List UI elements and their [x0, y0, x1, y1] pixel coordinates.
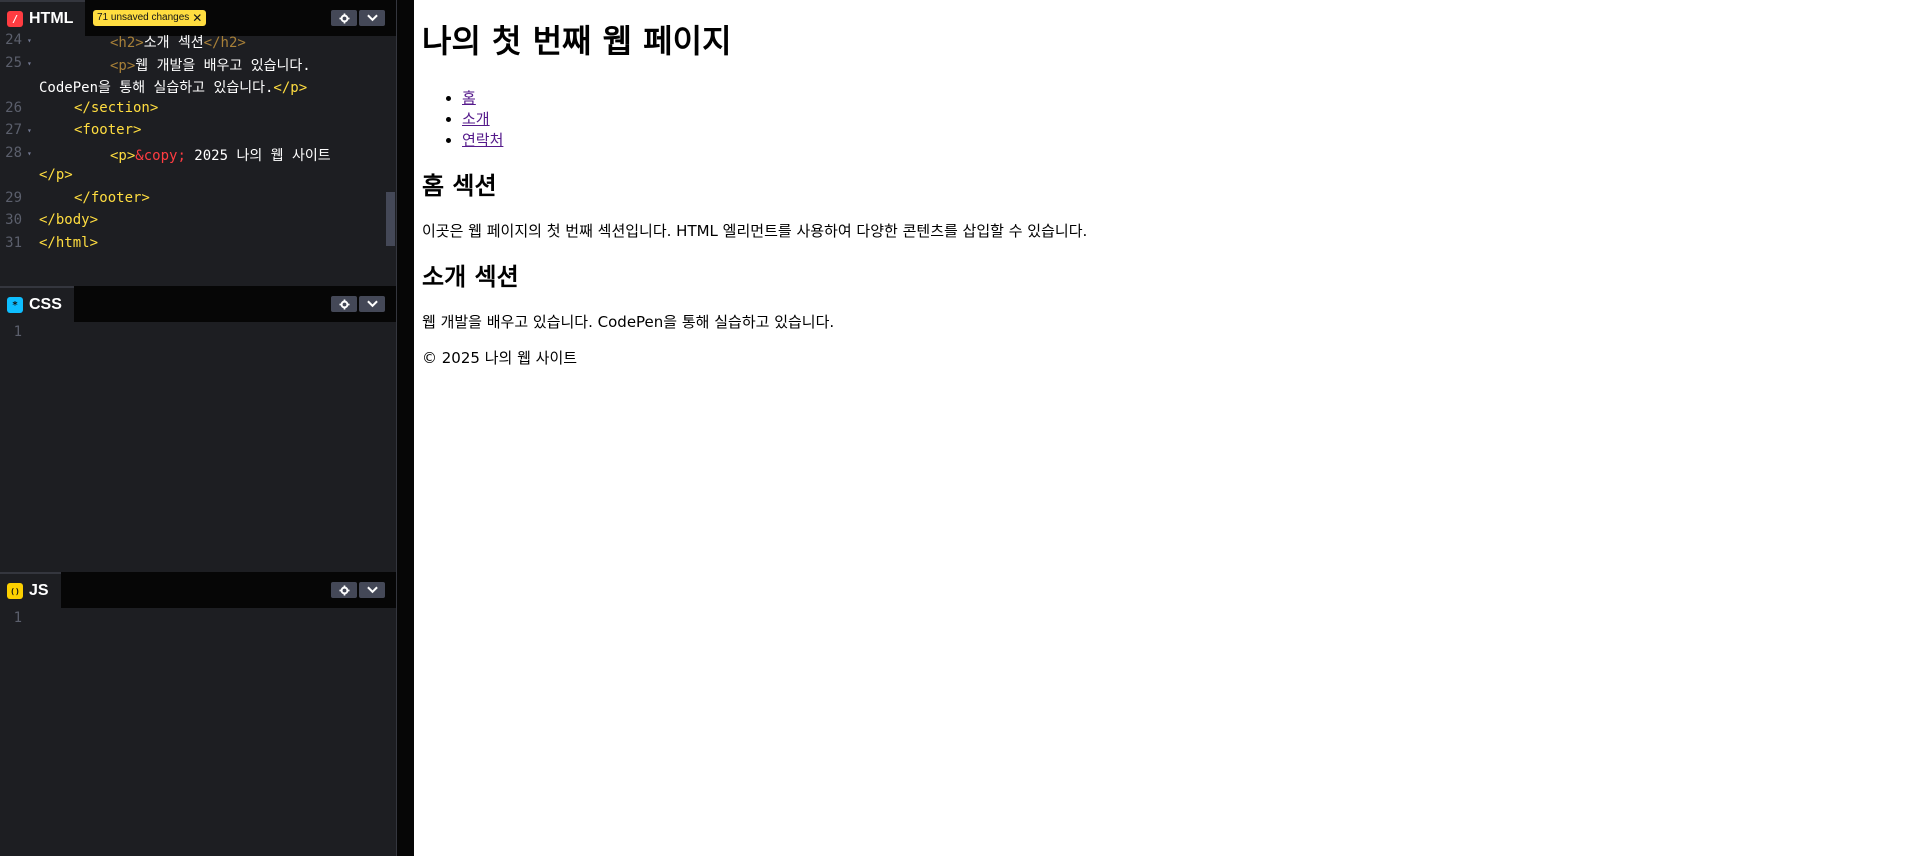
line-number: 25	[5, 55, 22, 71]
unsaved-changes-label: 71 unsaved changes	[97, 12, 190, 23]
gear-icon	[338, 584, 350, 596]
nav-item: 연락처	[462, 130, 1907, 151]
line-number: 27	[5, 122, 22, 138]
js-editor-panel: () JS 1	[0, 572, 396, 856]
code-tag: <p>	[110, 148, 136, 164]
code-tag: <p>	[110, 58, 136, 74]
line-number: 1	[13, 610, 22, 626]
fold-arrow-icon[interactable]: ▾	[27, 36, 32, 45]
js-icon: ()	[7, 583, 23, 599]
home-section-heading: 홈 섹션	[422, 172, 497, 200]
editor-column: / HTML 71 unsaved changes ✕ 24 ▾ <h2>소개 …	[0, 0, 396, 856]
tab-js[interactable]: () JS	[0, 572, 61, 608]
nav-link-home[interactable]: 홈	[462, 89, 476, 107]
tab-css-label: CSS	[29, 296, 62, 313]
html-editor-panel: / HTML 71 unsaved changes ✕ 24 ▾ <h2>소개 …	[0, 0, 396, 286]
code-tag: <h2>	[110, 35, 144, 51]
nav-list: 홈 소개 연락처	[422, 88, 1907, 151]
code-line-wrap: </p>	[39, 167, 73, 183]
fold-arrow-icon[interactable]: ▾	[27, 59, 32, 68]
page-title: 나의 첫 번째 웹 페이지	[422, 22, 732, 60]
line-number: 26	[5, 100, 22, 116]
code-text: 소개 섹션	[143, 35, 204, 51]
html-editor-scrollbar[interactable]	[386, 192, 395, 246]
tab-html-label: HTML	[29, 10, 74, 27]
js-collapse-button[interactable]	[359, 582, 385, 598]
code-line: </html>	[39, 235, 99, 251]
code-entity: &copy;	[135, 148, 186, 164]
code-line: <h2>소개 섹션</h2>	[110, 32, 246, 52]
html-code-area[interactable]: 24 ▾ <h2>소개 섹션</h2> 25 ▾ <p>웹 개발을 배우고 있습…	[0, 32, 396, 286]
fold-arrow-icon[interactable]: ▾	[27, 149, 32, 158]
tab-css[interactable]: * CSS	[0, 286, 74, 322]
tab-html[interactable]: / HTML	[0, 0, 86, 36]
chevron-down-icon	[366, 586, 378, 594]
tab-js-label: JS	[29, 582, 49, 599]
line-number: 24	[5, 32, 22, 48]
line-number: 31	[5, 235, 22, 251]
gear-icon	[338, 298, 350, 310]
gear-icon	[338, 12, 350, 24]
line-number: 30	[5, 212, 22, 228]
css-editor-panel: * CSS 1	[0, 286, 396, 572]
code-text: 2025 나의 웹 사이트	[185, 148, 331, 164]
js-settings-button[interactable]	[331, 582, 357, 598]
nav-item: 홈	[462, 88, 1907, 109]
nav-link-about[interactable]: 소개	[462, 110, 490, 128]
code-line: <p>웹 개발을 배우고 있습니다.	[110, 55, 311, 75]
html-panel-header: / HTML 71 unsaved changes ✕	[0, 0, 396, 36]
html-icon: /	[7, 11, 23, 27]
nav-item: 소개	[462, 109, 1907, 130]
chevron-down-icon	[366, 300, 378, 308]
css-settings-button[interactable]	[331, 296, 357, 312]
html-settings-button[interactable]	[331, 10, 357, 26]
resize-handle[interactable]	[396, 0, 414, 856]
close-icon[interactable]: ✕	[192, 10, 202, 26]
js-code-area[interactable]: 1	[0, 608, 396, 856]
css-code-area[interactable]: 1	[0, 322, 396, 572]
code-line: </footer>	[74, 190, 150, 206]
nav-link-contact[interactable]: 연락처	[462, 131, 503, 149]
home-section-text: 이곳은 웹 페이지의 첫 번째 섹션입니다. HTML 엘리먼트를 사용하여 다…	[422, 222, 1088, 240]
chevron-down-icon	[366, 14, 378, 22]
line-number: 29	[5, 190, 22, 206]
about-section-heading: 소개 섹션	[422, 263, 519, 291]
code-tag: </p>	[273, 80, 308, 96]
code-tag: </h2>	[203, 35, 246, 51]
code-text: 웹 개발을 배우고 있습니다.	[135, 58, 311, 74]
code-line: </body>	[39, 212, 99, 228]
about-section-text: 웹 개발을 배우고 있습니다. CodePen을 통해 실습하고 있습니다.	[422, 313, 835, 331]
code-line: <footer>	[74, 122, 142, 138]
html-collapse-button[interactable]	[359, 10, 385, 26]
css-icon: *	[7, 297, 23, 313]
code-line-wrap: CodePen을 통해 실습하고 있습니다.</p>	[39, 77, 307, 97]
code-line: </section>	[74, 100, 159, 116]
code-line: <p>&copy; 2025 나의 웹 사이트	[110, 145, 331, 165]
line-number: 1	[13, 324, 22, 340]
css-panel-header: * CSS	[0, 286, 396, 322]
css-collapse-button[interactable]	[359, 296, 385, 312]
line-number: 28	[5, 145, 22, 161]
preview-pane: 나의 첫 번째 웹 페이지 홈 소개 연락처 홈 섹션 이곳은 웹 페이지의 첫…	[414, 0, 1915, 856]
unsaved-changes-badge[interactable]: 71 unsaved changes ✕	[93, 10, 207, 26]
js-panel-header: () JS	[0, 572, 396, 608]
fold-arrow-icon[interactable]: ▾	[27, 126, 32, 135]
footer-text: © 2025 나의 웹 사이트	[422, 349, 578, 367]
code-text: CodePen을 통해 실습하고 있습니다.	[39, 80, 274, 96]
